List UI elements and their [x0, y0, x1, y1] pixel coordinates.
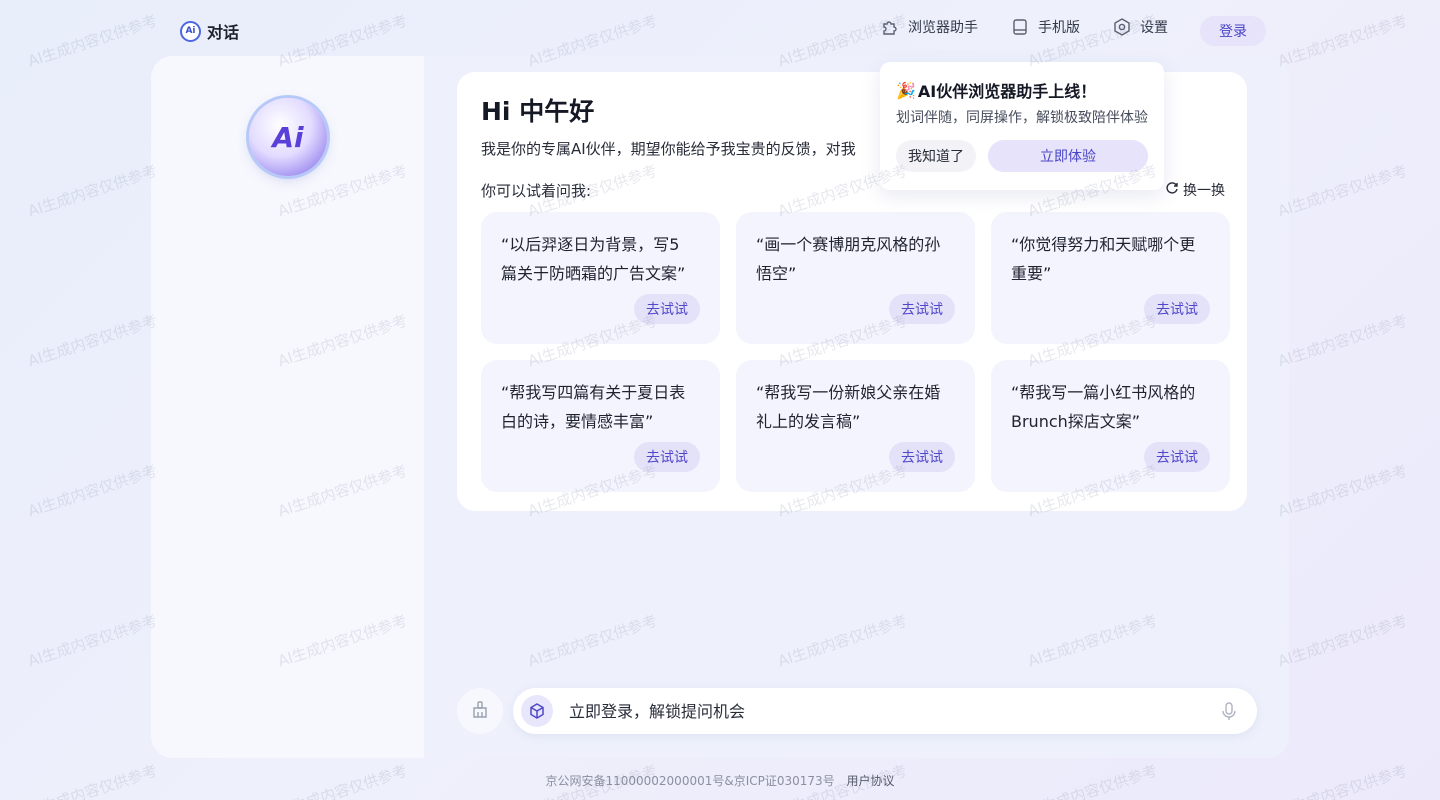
suggestion-text: “帮我写四篇有关于夏日表白的诗，要情感丰富” — [501, 383, 686, 431]
watermark-text: AI生成内容仅供参考 — [1275, 461, 1410, 521]
watermark-text: AI生成内容仅供参考 — [1275, 311, 1410, 371]
try-button[interactable]: 去试试 — [889, 294, 955, 324]
ai-avatar: Ai — [249, 98, 327, 176]
suggestion-card[interactable]: “帮我写一份新娘父亲在婚礼上的发言稿” 去试试 — [736, 360, 975, 492]
nav-browser-assistant[interactable]: 浏览器助手 — [880, 17, 978, 37]
puzzle-icon — [880, 17, 900, 37]
suggestion-text: “帮我写一份新娘父亲在婚礼上的发言稿” — [756, 383, 941, 431]
nav-browser-assistant-label: 浏览器助手 — [908, 20, 978, 36]
chat-input-bar — [513, 688, 1257, 734]
footer: 京公网安备11000002000001号&京ICP证030173号 用户协议 — [0, 772, 1440, 789]
dismiss-button[interactable]: 我知道了 — [896, 140, 976, 172]
suggestion-text: “帮我写一篇小红书风格的Brunch探店文案” — [1011, 383, 1196, 431]
suggestion-text: “以后羿逐日为背景，写5篇关于防晒霜的广告文案” — [501, 235, 686, 283]
logo[interactable]: Ai 对话 — [180, 19, 239, 43]
popup-title: 🎉 AI伙伴浏览器助手上线！ — [896, 78, 1096, 102]
watermark-text: AI生成内容仅供参考 — [25, 161, 160, 221]
try-button[interactable]: 去试试 — [634, 294, 700, 324]
greeting: Hi 中午好 — [481, 97, 595, 126]
user-agreement-link[interactable]: 用户协议 — [847, 774, 895, 788]
cube-icon[interactable] — [521, 695, 553, 727]
mobile-icon — [1010, 17, 1030, 37]
suggestion-grid: “以后羿逐日为背景，写5篇关于防晒霜的广告文案” 去试试 “画一个赛博朋克风格的… — [481, 212, 1230, 492]
popup-description: 划词伴随，同屏操作，解锁极致陪伴体验 — [896, 110, 1148, 126]
browser-assistant-popup: 🎉 AI伙伴浏览器助手上线！ 划词伴随，同屏操作，解锁极致陪伴体验 我知道了 立… — [880, 62, 1164, 190]
watermark-text: AI生成内容仅供参考 — [1275, 611, 1410, 671]
party-popper-icon: 🎉 — [896, 80, 916, 100]
icp-text: 京公网安备11000002000001号&京ICP证030173号 — [545, 774, 835, 788]
nav-settings[interactable]: 设置 — [1112, 17, 1168, 37]
microphone-icon[interactable] — [1219, 700, 1239, 722]
logo-mark-icon: Ai — [180, 20, 201, 42]
suggestion-card[interactable]: “帮我写四篇有关于夏日表白的诗，要情感丰富” 去试试 — [481, 360, 720, 492]
watermark-text: AI生成内容仅供参考 — [1275, 161, 1410, 221]
watermark-text: AI生成内容仅供参考 — [25, 311, 160, 371]
watermark-text: AI生成内容仅供参考 — [25, 611, 160, 671]
sidebar: Ai — [151, 56, 424, 758]
try-now-button[interactable]: 立即体验 — [988, 140, 1148, 172]
login-button[interactable]: 登录 — [1200, 16, 1266, 46]
try-button[interactable]: 去试试 — [634, 442, 700, 472]
suggestion-card[interactable]: “帮我写一篇小红书风格的Brunch探店文案” 去试试 — [991, 360, 1230, 492]
try-button[interactable]: 去试试 — [1144, 442, 1210, 472]
suggestion-text: “你觉得努力和天赋哪个更重要” — [1011, 235, 1196, 283]
suggestion-card[interactable]: “画一个赛博朋克风格的孙悟空” 去试试 — [736, 212, 975, 344]
nav-settings-label: 设置 — [1140, 20, 1168, 36]
watermark-text: AI生成内容仅供参考 — [25, 461, 160, 521]
broom-icon — [470, 700, 490, 723]
try-button[interactable]: 去试试 — [1144, 294, 1210, 324]
intro-text: 我是你的专属AI伙伴，期望你能给予我宝贵的反馈，对我 — [481, 140, 856, 158]
top-header: Ai 对话 浏览器助手 手机版 设置 登录 — [0, 0, 1440, 62]
refresh-button[interactable]: 换一换 — [1165, 180, 1225, 200]
clear-chat-button[interactable] — [457, 688, 503, 734]
popup-title-text: AI伙伴浏览器助手上线！ — [917, 82, 1097, 101]
logo-text: 对话 — [207, 23, 240, 42]
avatar-text: Ai — [272, 120, 304, 154]
suggestion-text: “画一个赛博朋克风格的孙悟空” — [756, 235, 941, 283]
nav-mobile-label: 手机版 — [1038, 20, 1080, 36]
chat-input[interactable] — [569, 696, 1189, 726]
gear-icon — [1112, 17, 1132, 37]
refresh-icon — [1165, 181, 1179, 199]
try-button[interactable]: 去试试 — [889, 442, 955, 472]
refresh-label: 换一换 — [1183, 183, 1225, 199]
suggestion-card[interactable]: “以后羿逐日为背景，写5篇关于防晒霜的广告文案” 去试试 — [481, 212, 720, 344]
suggestion-card[interactable]: “你觉得努力和天赋哪个更重要” 去试试 — [991, 212, 1230, 344]
nav-mobile[interactable]: 手机版 — [1010, 17, 1080, 37]
try-label: 你可以试着问我: — [481, 182, 592, 200]
